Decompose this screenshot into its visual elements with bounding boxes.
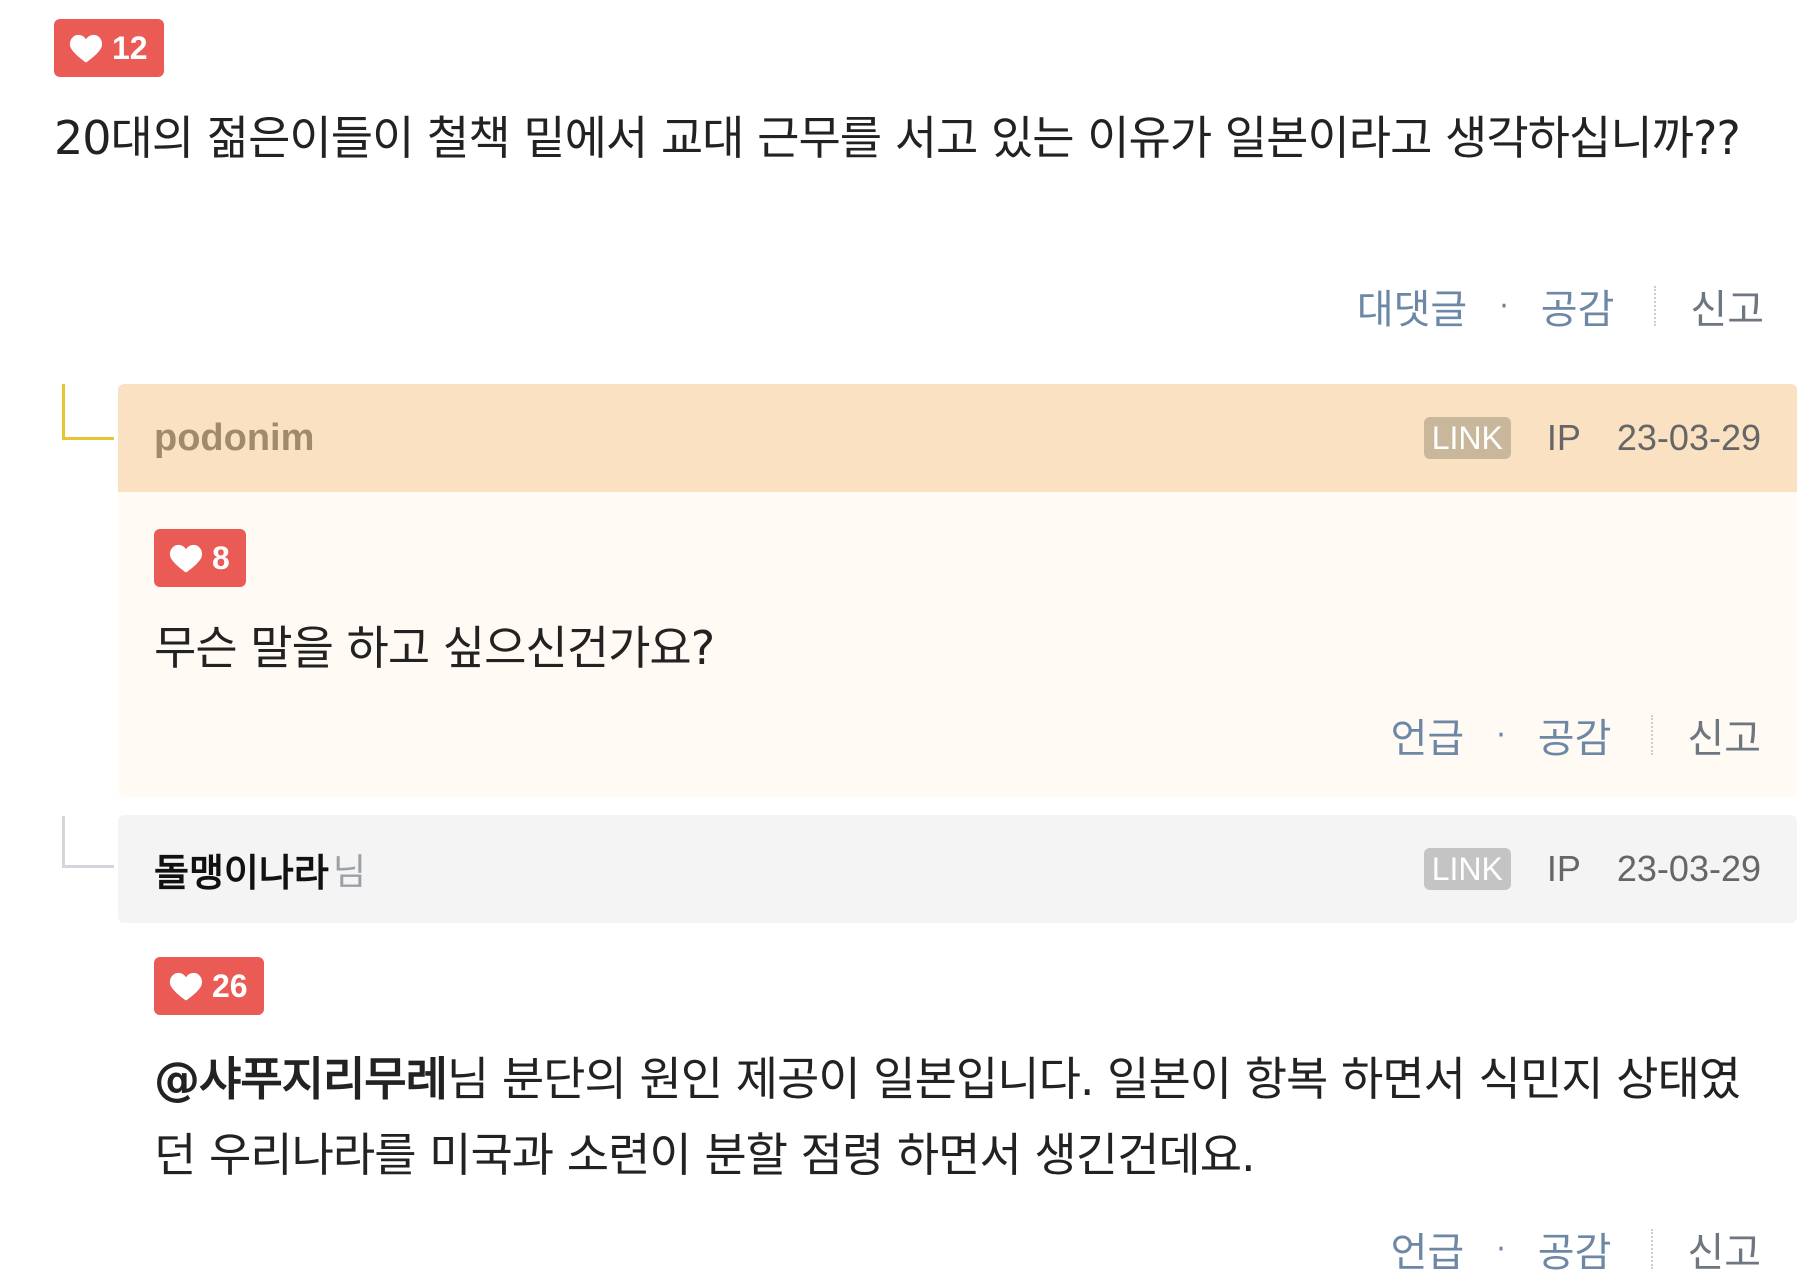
reply-connector-line (62, 384, 114, 440)
like-count-badge: 26 (154, 957, 264, 1015)
heart-icon (69, 34, 103, 63)
reply-header: podonim LINK IP 23-03-29 (118, 384, 1797, 492)
reply-header: 돌맹이나라 님 LINK IP 23-03-29 (118, 815, 1797, 923)
comment-text: 20대의 젊은이들이 철책 밑에서 교대 근무를 서고 있는 이유가 일본이라고… (54, 100, 1754, 176)
comment-body: 20대의 젊은이들이 철책 밑에서 교대 근무를 서고 있는 이유가 일본이라고… (54, 111, 1741, 165)
reply-body: 8 무슨 말을 하고 싶으신건가요? 언급 · 공감 신고 (118, 492, 1797, 797)
separator-dot: · (1496, 717, 1506, 753)
report-button[interactable]: 신고 (1687, 706, 1761, 764)
author-name[interactable]: podonim (154, 417, 314, 460)
reply-connector-line (62, 816, 114, 868)
heart-icon (169, 544, 203, 573)
report-button[interactable]: 신고 (1690, 277, 1764, 335)
ip-label: IP (1546, 848, 1581, 889)
reply-actions: 언급 · 공감 신고 (1391, 1219, 1761, 1279)
divider (1651, 715, 1654, 755)
mention-button[interactable]: 언급 (1391, 706, 1465, 764)
heart-icon (169, 972, 203, 1001)
like-count-badge: 8 (154, 529, 246, 587)
author-name[interactable]: 돌맹이나라 (154, 842, 329, 897)
like-button[interactable]: 공감 (1538, 1220, 1612, 1278)
author-suffix: 님 (332, 852, 366, 893)
reply-actions: 언급 · 공감 신고 (1391, 705, 1761, 765)
separator-dot: · (1496, 1231, 1506, 1267)
like-button[interactable]: 공감 (1538, 706, 1612, 764)
reply-date: 23-03-29 (1616, 417, 1761, 458)
ip-label: IP (1546, 417, 1581, 458)
like-count: 26 (212, 967, 248, 1004)
reply-date: 23-03-29 (1616, 848, 1761, 889)
reply-body: 26 @샤푸지리무레님 분단의 원인 제공이 일본입니다. 일본이 항복 하면서… (118, 923, 1797, 1276)
divider (1654, 286, 1657, 326)
like-count: 8 (212, 539, 230, 576)
reply-body-text: 무슨 말을 하고 싶으신건가요? (154, 621, 715, 675)
like-count: 12 (112, 29, 148, 66)
reply-text: @샤푸지리무레님 분단의 원인 제공이 일본입니다. 일본이 항복 하면서 식민… (154, 1041, 1774, 1193)
link-badge[interactable]: LINK (1423, 417, 1511, 459)
mention-link[interactable]: @샤푸지리무레 (154, 1052, 448, 1106)
mention-button[interactable]: 언급 (1391, 1220, 1465, 1278)
report-button[interactable]: 신고 (1687, 1220, 1761, 1278)
divider (1651, 1229, 1654, 1269)
reply-meta: LINK IP 23-03-29 (1423, 848, 1761, 890)
like-button[interactable]: 공감 (1541, 277, 1615, 335)
reply-meta: LINK IP 23-03-29 (1423, 417, 1761, 459)
reply-button[interactable]: 대댓글 (1357, 277, 1467, 335)
like-count-badge: 12 (54, 19, 164, 77)
comment-actions: 대댓글 · 공감 신고 (1357, 276, 1764, 336)
reply-text: 무슨 말을 하고 싶으신건가요? (154, 610, 1754, 686)
link-badge[interactable]: LINK (1423, 848, 1511, 890)
separator-dot: · (1499, 288, 1509, 324)
